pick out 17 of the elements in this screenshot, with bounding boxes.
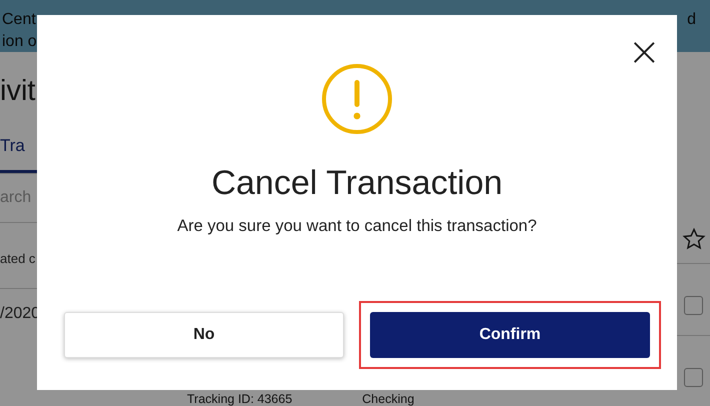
dialog-message: Are you sure you want to cancel this transaction?	[177, 217, 537, 236]
close-button[interactable]: ×	[623, 37, 665, 67]
cancel-button[interactable]: No	[64, 312, 344, 358]
confirm-button[interactable]: Confirm	[370, 312, 650, 358]
star-icon[interactable]	[682, 227, 706, 251]
page-heading: ivit	[0, 74, 36, 108]
banner-text: ion o	[2, 32, 37, 52]
search-field[interactable]: arch	[0, 188, 37, 208]
checkbox[interactable]	[684, 296, 703, 315]
table-cell: Tracking ID: 43665	[187, 392, 292, 406]
column-header: ated c	[0, 251, 36, 266]
banner-text: Cent	[2, 10, 37, 30]
table-cell: Checking	[362, 392, 414, 406]
warning-icon	[321, 63, 393, 135]
banner-text: d	[687, 10, 696, 30]
checkbox[interactable]	[684, 368, 703, 387]
dialog-title: Cancel Transaction	[211, 163, 503, 203]
